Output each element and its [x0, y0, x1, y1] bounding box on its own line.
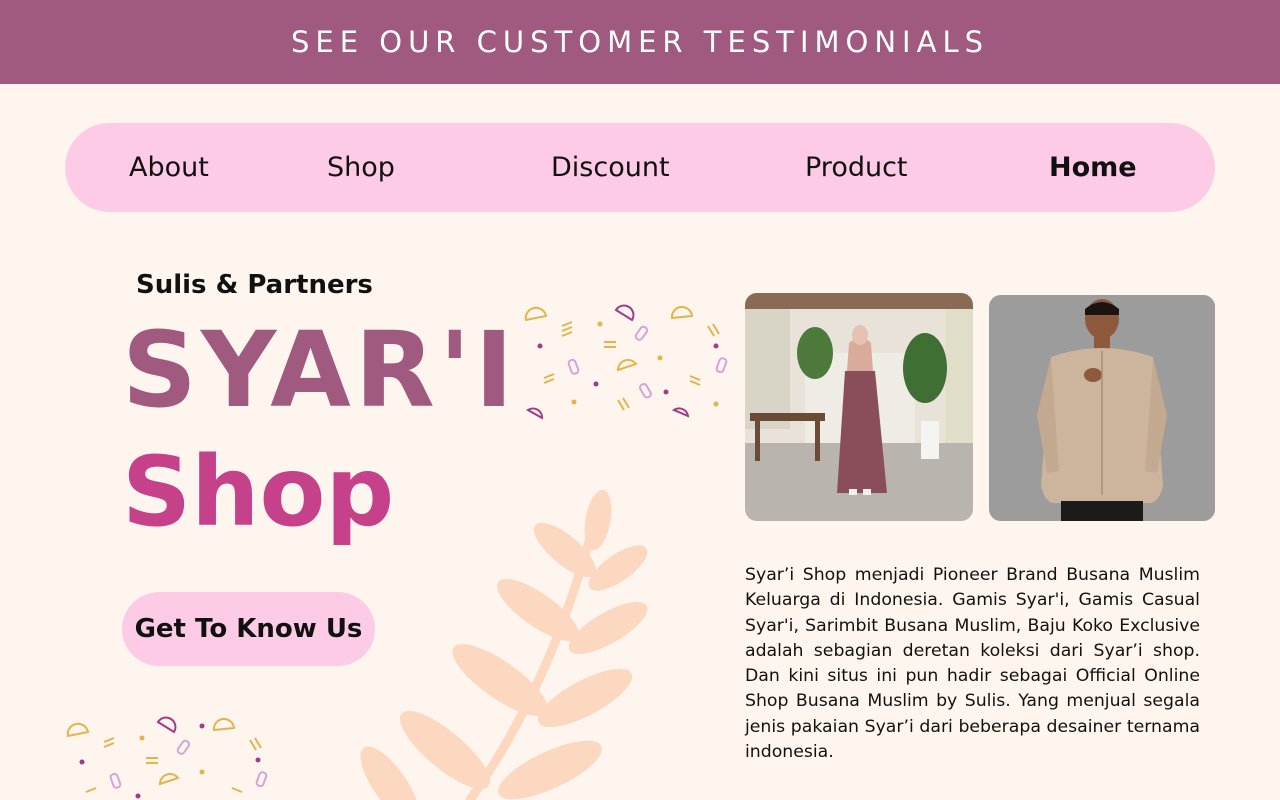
- nav-item-discount[interactable]: Discount: [551, 123, 670, 212]
- nav-item-about[interactable]: About: [129, 123, 209, 212]
- product-photo-gamis[interactable]: [745, 293, 973, 521]
- brand-title: SYAR'I: [122, 309, 518, 431]
- testimonials-banner: SEE OUR CUSTOMER TESTIMONIALS: [0, 0, 1280, 84]
- shop-description: Syar’i Shop menjadi Pioneer Brand Busana…: [745, 565, 1200, 763]
- brand-subtitle: Sulis & Partners: [136, 270, 373, 300]
- get-to-know-us-button[interactable]: Get To Know Us: [122, 592, 375, 666]
- nav-item-product[interactable]: Product: [805, 123, 908, 212]
- nav-item-home[interactable]: Home: [1049, 123, 1137, 212]
- main-nav: About Shop Discount Product Home: [65, 123, 1215, 212]
- confetti-decoration: [524, 304, 728, 420]
- leaf-decoration: [360, 489, 648, 800]
- product-photo-koko[interactable]: [989, 295, 1215, 521]
- testimonials-link[interactable]: SEE OUR CUSTOMER TESTIMONIALS: [291, 25, 989, 59]
- confetti-decoration-bottom: [66, 716, 268, 799]
- brand-title-secondary: Shop: [122, 436, 395, 548]
- nav-item-shop[interactable]: Shop: [327, 123, 395, 212]
